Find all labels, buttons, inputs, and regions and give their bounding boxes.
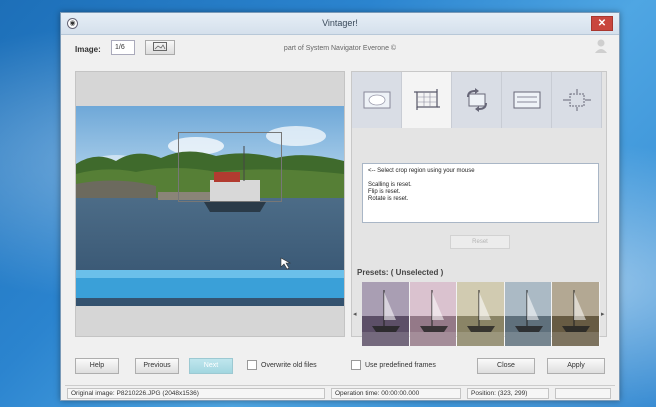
crop-icon	[413, 89, 440, 110]
status-empty	[555, 388, 611, 399]
tool-adjust[interactable]	[552, 72, 602, 128]
crop-info-box: <-- Select crop region using your mouse …	[362, 163, 599, 223]
preset-thumbnail[interactable]	[409, 282, 458, 346]
preset-thumbnail[interactable]	[504, 282, 553, 346]
presets-prev-arrow[interactable]: ◂	[353, 310, 357, 318]
preset-thumbnail[interactable]	[362, 282, 410, 346]
title-bar: ◉ Vintager! ✕	[61, 13, 619, 35]
flip-rotate-icon	[466, 88, 487, 112]
status-original-image: Original image: P8210226.JPG (2048x1536)	[67, 388, 325, 399]
vignette-icon	[363, 91, 390, 109]
presets-strip	[362, 282, 600, 346]
info-line: Scalling is reset.	[368, 182, 412, 188]
tool-tabs	[352, 72, 606, 128]
preset-thumbnail[interactable]	[457, 282, 505, 346]
crop-selection-rectangle[interactable]	[178, 132, 282, 202]
overwrite-label: Overwrite old files	[261, 362, 317, 369]
presets-next-arrow[interactable]: ▸	[601, 310, 605, 318]
app-subtitle: part of System Navigator Everone ©	[283, 45, 397, 52]
adjust-icon	[562, 89, 591, 111]
status-position: Position: (323, 299)	[467, 388, 549, 399]
preset-thumbnail[interactable]	[552, 282, 600, 346]
image-preview[interactable]	[75, 71, 345, 337]
window-title: Vintager!	[322, 18, 358, 28]
close-button[interactable]: Close	[477, 358, 535, 374]
predefined-frames-label: Use predefined frames	[365, 362, 436, 369]
apply-button[interactable]: Apply	[547, 358, 605, 374]
tool-flip-rotate[interactable]	[452, 72, 502, 128]
tool-frames[interactable]	[502, 72, 552, 128]
info-line: Flip is reset.	[368, 189, 401, 195]
action-bar: Help Previous Next Overwrite old files U…	[61, 355, 619, 377]
overwrite-checkbox[interactable]	[247, 360, 257, 370]
info-line: <-- Select crop region using your mouse	[368, 168, 475, 174]
frame-icon	[513, 91, 540, 109]
status-operation-time: Operation time: 00:00:00.000	[331, 388, 461, 399]
presets-label: Presets: ( Unselected )	[357, 268, 444, 277]
previous-button[interactable]: Previous	[135, 358, 179, 374]
close-window-button[interactable]: ✕	[591, 16, 613, 31]
vintager-window: ◉ Vintager! ✕ Image: 1/6 part of System …	[60, 12, 620, 401]
next-button[interactable]: Next	[189, 358, 233, 374]
tool-vignette[interactable]	[352, 72, 402, 128]
help-button[interactable]: Help	[75, 358, 119, 374]
reset-button[interactable]: Reset	[450, 235, 510, 249]
info-line	[368, 175, 593, 182]
info-line: Rotate is reset.	[368, 196, 409, 202]
image-toolbar: Image: 1/6 part of System Navigator Ever…	[61, 36, 619, 62]
tool-crop[interactable]	[402, 72, 452, 128]
person-icon[interactable]	[593, 38, 609, 56]
predefined-frames-checkbox[interactable]	[351, 360, 361, 370]
status-bar: Original image: P8210226.JPG (2048x1536)…	[65, 385, 615, 399]
tool-panel: <-- Select crop region using your mouse …	[351, 71, 607, 346]
